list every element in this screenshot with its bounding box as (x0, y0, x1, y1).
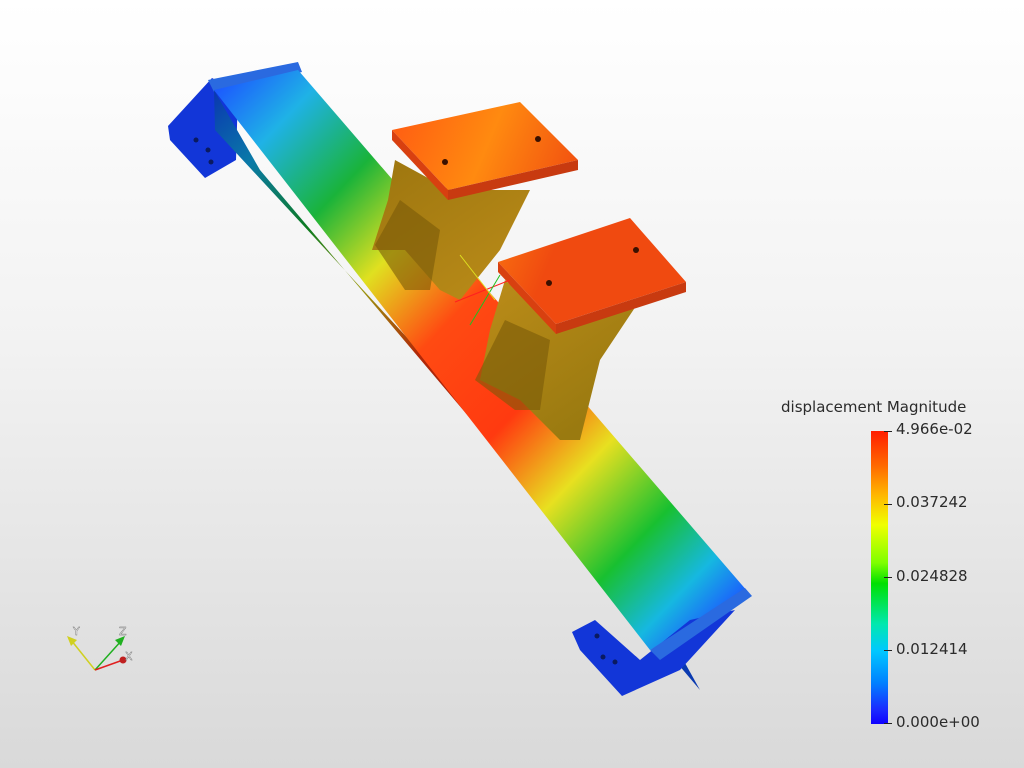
scalar-bar-tick (884, 577, 892, 578)
scalar-bar-label: 0.024828 (896, 567, 968, 585)
triad-y-axis (70, 639, 96, 671)
bolt-hole (600, 654, 606, 660)
triad-y-label: Y (72, 625, 80, 638)
bolt-hole (546, 280, 552, 286)
bolt-hole (442, 159, 448, 165)
orientation-triad: Y Z X (67, 625, 133, 671)
bolt-hole (633, 247, 639, 253)
scalar-bar-tick (884, 504, 892, 505)
bolt-hole (535, 136, 541, 142)
scalar-bar-title: displacement Magnitude (781, 398, 967, 416)
scalar-bar-max-label: 4.966e-02 (896, 420, 973, 438)
3d-viewport[interactable]: Y Z X displacement Magnitude 4.966e-02 0… (0, 0, 1024, 768)
bolt-hole (612, 659, 618, 665)
bolt-hole (193, 137, 199, 143)
scalar-bar-min-label: 0.000e+00 (896, 713, 980, 731)
triad-x-label: X (125, 650, 133, 663)
scalar-bar-label: 0.037242 (896, 493, 968, 511)
scalar-bar-tick (884, 723, 892, 724)
scalar-bar-label: 0.012414 (896, 640, 968, 658)
scalar-bar-tick (884, 431, 892, 432)
bolt-hole (594, 633, 600, 639)
scalar-bar-tick (884, 650, 892, 651)
bolt-hole (208, 159, 214, 165)
bolt-hole (205, 147, 211, 153)
triad-z-label: Z (119, 625, 127, 638)
